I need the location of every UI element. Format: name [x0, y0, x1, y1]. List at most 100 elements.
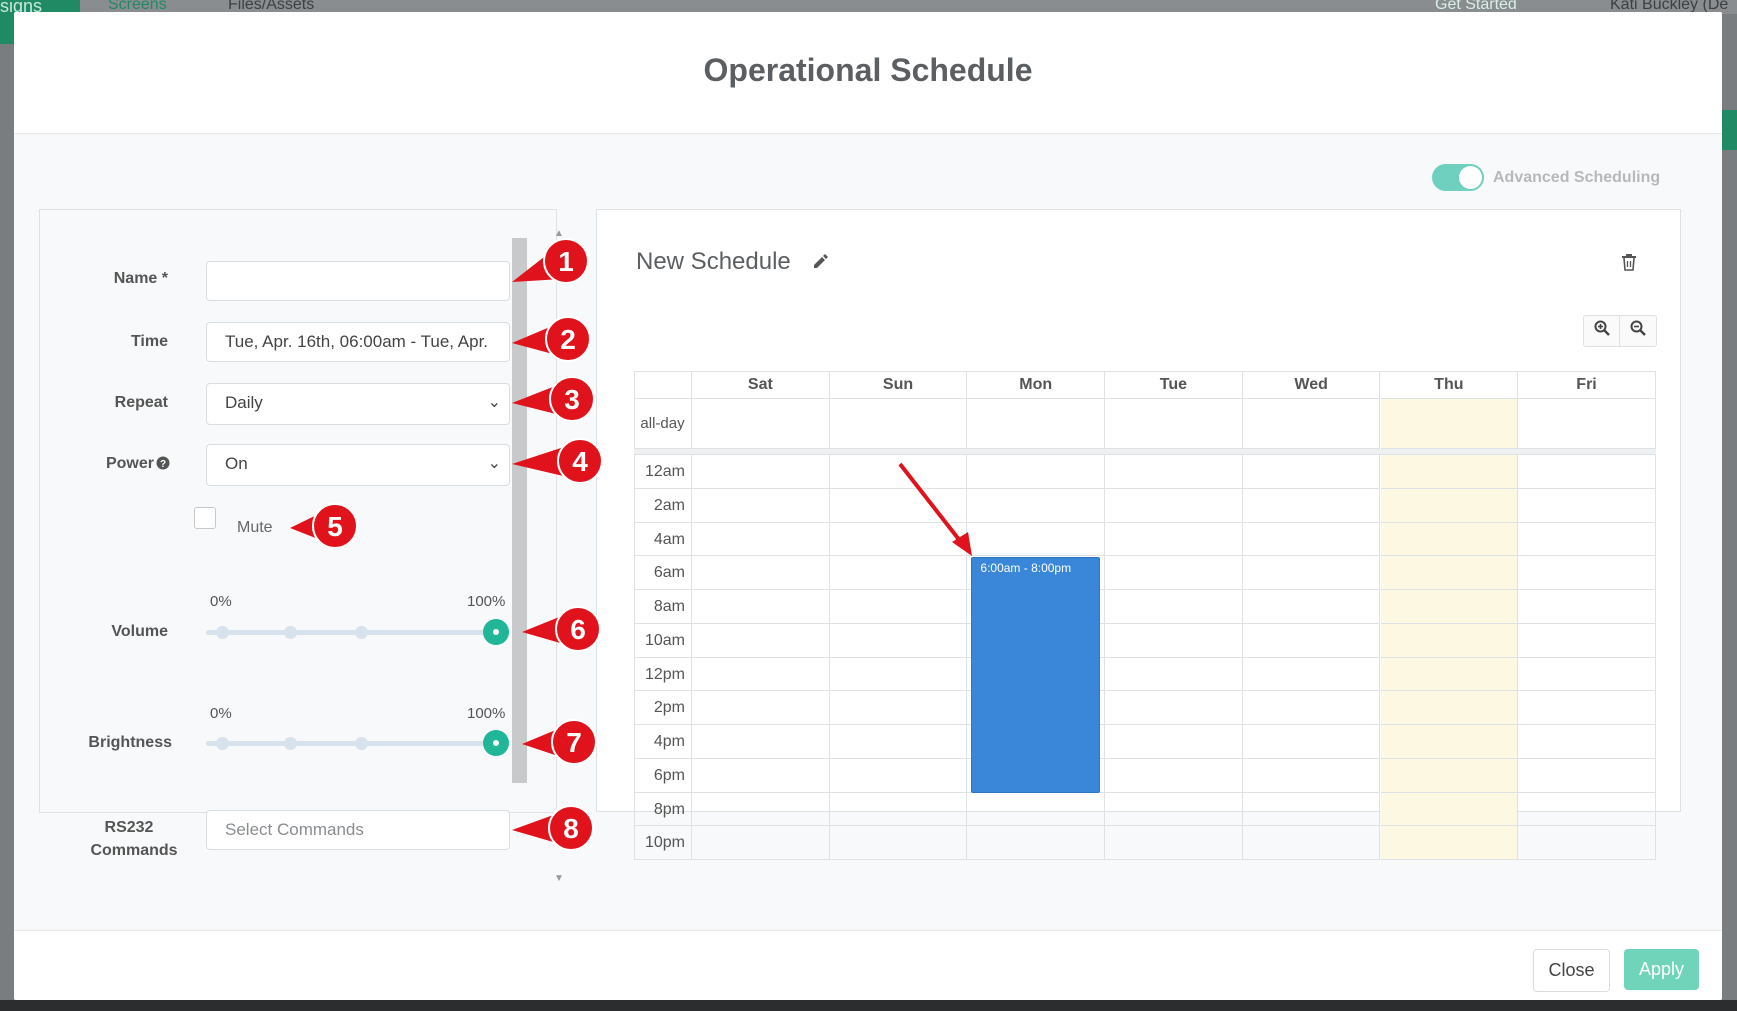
time-slot[interactable] [1105, 623, 1243, 658]
time-slot[interactable] [1518, 556, 1656, 590]
trash-icon[interactable] [1621, 253, 1637, 271]
time-slot[interactable] [1518, 590, 1656, 624]
time-slot[interactable] [967, 792, 1106, 827]
rs232-commands-select[interactable]: Select Commands [206, 810, 510, 850]
time-slot[interactable] [1105, 556, 1243, 590]
time-slot[interactable] [1518, 691, 1656, 725]
time-slot[interactable] [1242, 792, 1381, 827]
time-slot[interactable] [692, 623, 830, 658]
time-slot[interactable] [1105, 657, 1243, 692]
time-slot[interactable] [692, 590, 830, 624]
time-slot[interactable] [1380, 488, 1519, 523]
brightness-slider-handle[interactable] [483, 730, 509, 756]
scroll-down-icon[interactable]: ▼ [554, 873, 564, 884]
time-slot[interactable] [1242, 556, 1381, 590]
time-slot[interactable] [1380, 455, 1519, 489]
time-slot[interactable] [1105, 691, 1243, 725]
time-slot[interactable] [829, 725, 968, 759]
allday-slot-fri[interactable] [1518, 399, 1656, 449]
time-slot[interactable] [692, 691, 830, 725]
time-slot[interactable] [1380, 826, 1519, 860]
time-slot[interactable] [967, 488, 1106, 523]
time-slot[interactable] [829, 590, 968, 624]
zoom-out-icon[interactable] [1620, 320, 1655, 340]
time-slot[interactable] [1518, 758, 1656, 793]
time-slot[interactable] [692, 488, 830, 523]
allday-slot-sat[interactable] [692, 399, 830, 449]
time-slot[interactable] [1518, 725, 1656, 759]
time-slot[interactable] [692, 792, 830, 827]
time-slot[interactable] [829, 758, 968, 793]
time-slot[interactable] [1380, 590, 1519, 624]
time-slot[interactable] [1518, 488, 1656, 523]
time-slot[interactable] [829, 826, 968, 860]
volume-slider-handle[interactable] [483, 619, 509, 645]
time-slot[interactable] [1242, 725, 1381, 759]
time-slot[interactable] [1105, 758, 1243, 793]
time-slot[interactable] [1105, 522, 1243, 557]
time-slot[interactable] [692, 826, 830, 860]
time-slot[interactable] [1242, 623, 1381, 658]
time-slot[interactable] [692, 455, 830, 489]
time-slot[interactable] [829, 556, 968, 590]
time-slot[interactable] [1380, 792, 1519, 827]
time-slot[interactable] [1518, 455, 1656, 489]
time-slot[interactable] [1242, 590, 1381, 624]
close-button[interactable]: Close [1533, 949, 1610, 992]
repeat-select[interactable]: Daily ⌄ [206, 383, 510, 425]
pencil-icon[interactable] [811, 252, 829, 270]
time-slot[interactable] [692, 657, 830, 692]
time-slot[interactable] [692, 522, 830, 557]
time-slot[interactable] [829, 657, 968, 692]
time-slot[interactable] [1242, 691, 1381, 725]
time-slot[interactable] [1242, 455, 1381, 489]
time-slot[interactable] [692, 758, 830, 793]
schedule-event[interactable]: 6:00am - 8:00pm [971, 557, 1101, 793]
time-slot[interactable] [1105, 826, 1243, 860]
time-slot[interactable] [967, 826, 1106, 860]
day-header-label: Fri [1576, 376, 1597, 393]
name-input[interactable] [206, 261, 510, 301]
time-slot[interactable] [1242, 657, 1381, 692]
time-slot[interactable] [1380, 556, 1519, 590]
time-slot[interactable] [1380, 657, 1519, 692]
time-slot[interactable] [1380, 623, 1519, 658]
time-slot[interactable] [1380, 522, 1519, 557]
time-slot[interactable] [829, 691, 968, 725]
time-slot[interactable] [1105, 455, 1243, 489]
allday-slot-wed[interactable] [1242, 399, 1381, 449]
time-slot[interactable] [1518, 792, 1656, 827]
time-slot[interactable] [1105, 725, 1243, 759]
time-slot[interactable] [1242, 488, 1381, 523]
advanced-scheduling-toggle[interactable] [1432, 164, 1484, 191]
allday-slot-thu[interactable] [1380, 399, 1519, 449]
time-slot[interactable] [1105, 792, 1243, 827]
apply-button[interactable]: Apply [1624, 949, 1699, 990]
time-slot[interactable] [1242, 826, 1381, 860]
allday-slot-tue[interactable] [1105, 399, 1243, 449]
time-slot[interactable] [1518, 623, 1656, 658]
zoom-in-icon[interactable] [1584, 320, 1619, 340]
power-select[interactable]: On ⌄ [206, 444, 510, 486]
time-slot[interactable] [1105, 488, 1243, 523]
time-slot[interactable] [967, 455, 1106, 489]
time-slot[interactable] [1242, 522, 1381, 557]
time-input[interactable]: Tue, Apr. 16th, 06:00am - Tue, Apr. [206, 322, 510, 362]
time-slot[interactable] [1105, 590, 1243, 624]
time-slot[interactable] [692, 725, 830, 759]
time-slot[interactable] [1380, 691, 1519, 725]
time-slot[interactable] [1518, 657, 1656, 692]
time-slot[interactable] [1518, 826, 1656, 860]
mute-checkbox[interactable] [194, 507, 216, 529]
time-slot[interactable] [967, 522, 1106, 557]
time-slot[interactable] [1380, 758, 1519, 793]
time-slot[interactable] [1380, 725, 1519, 759]
allday-slot-mon[interactable] [967, 399, 1106, 449]
question-circle-icon[interactable]: ? [156, 456, 170, 470]
time-slot[interactable] [829, 623, 968, 658]
time-slot[interactable] [1518, 522, 1656, 557]
time-slot[interactable] [692, 556, 830, 590]
allday-slot-sun[interactable] [829, 399, 968, 449]
time-slot[interactable] [829, 792, 968, 827]
time-slot[interactable] [1242, 758, 1381, 793]
